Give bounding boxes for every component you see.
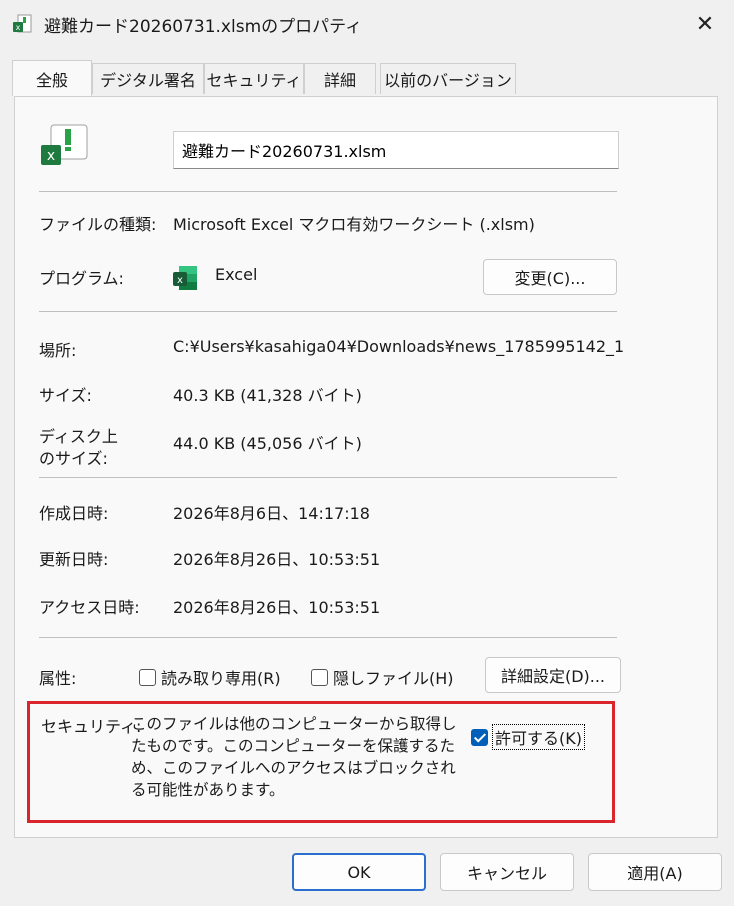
location-label: 場所: [39, 341, 77, 360]
hidden-checkbox-box[interactable] [311, 668, 328, 686]
change-program-button[interactable]: 変更(C)... [483, 259, 617, 295]
program-label: プログラム: [39, 269, 124, 288]
divider [39, 311, 617, 312]
attributes-label: 属性: [39, 669, 77, 688]
excel-file-icon: x [13, 14, 32, 33]
xlsm-file-icon: x [41, 124, 88, 165]
tab-previous-versions[interactable]: 以前のバージョン [380, 63, 516, 94]
title-bar: x 避難カード20260731.xlsmのプロパティ ✕ [0, 0, 734, 48]
divider [39, 191, 617, 192]
program-name: Excel [215, 265, 258, 284]
size-label: サイズ: [39, 386, 92, 405]
file-type-value: Microsoft Excel マクロ有効ワークシート (.xlsm) [173, 215, 535, 234]
svg-text:x: x [177, 275, 183, 286]
readonly-checkbox[interactable]: 読み取り専用(R) [139, 665, 281, 689]
tab-general[interactable]: 全般 [12, 60, 92, 96]
created-label: 作成日時: [39, 504, 109, 523]
cancel-button[interactable]: キャンセル [440, 853, 574, 891]
modified-label: 更新日時: [39, 550, 109, 569]
divider [39, 637, 617, 638]
apply-button[interactable]: 適用(A) [588, 853, 722, 891]
general-panel: x ファイルの種類: Microsoft Excel マクロ有効ワークシート (… [14, 96, 718, 838]
readonly-checkbox-box[interactable] [139, 668, 156, 686]
location-value: C:¥Users¥kasahiga04¥Downloads¥news_17859… [173, 337, 623, 356]
unblock-checkbox[interactable]: 許可する(K) [471, 724, 585, 750]
accessed-value: 2026年8月26日、10:53:51 [173, 598, 381, 617]
modified-value: 2026年8月26日、10:53:51 [173, 550, 381, 569]
hidden-checkbox[interactable]: 隠しファイル(H) [311, 665, 454, 689]
file-type-label: ファイルの種類: [39, 215, 157, 234]
window-title: 避難カード20260731.xlsmのプロパティ [44, 17, 363, 37]
readonly-checkbox-label: 読み取り専用(R) [161, 669, 281, 688]
tab-digital-signatures[interactable]: デジタル署名 [92, 63, 204, 94]
disk-size-label-line2: のサイズ: [39, 449, 108, 468]
divider [39, 477, 617, 478]
tab-security[interactable]: セキュリティ [204, 63, 304, 94]
unblock-checkbox-label: 許可する(K) [492, 724, 585, 750]
accessed-label: アクセス日時: [39, 598, 140, 617]
file-name-input[interactable] [173, 131, 619, 169]
svg-text:x: x [16, 23, 21, 32]
hidden-checkbox-label: 隠しファイル(H) [333, 669, 454, 688]
tab-details[interactable]: 詳細 [304, 63, 376, 94]
disk-size-value: 44.0 KB (45,056 バイト) [173, 434, 362, 453]
security-warning-text: このファイルは他のコンピューターから取得したものです。このコンピューターを保護す… [131, 715, 457, 799]
close-button[interactable]: ✕ [676, 0, 734, 48]
disk-size-label-line1: ディスク上 [39, 427, 118, 446]
unblock-checkbox-box[interactable] [471, 728, 488, 746]
security-label: セキュリティ: [41, 717, 142, 736]
size-value: 40.3 KB (41,328 バイト) [173, 386, 362, 405]
ok-button[interactable]: OK [292, 853, 426, 891]
advanced-settings-button[interactable]: 詳細設定(D)... [485, 657, 621, 693]
svg-text:x: x [47, 148, 55, 164]
close-icon: ✕ [695, 11, 715, 37]
created-value: 2026年8月6日、14:17:18 [173, 504, 370, 523]
excel-icon: x [173, 266, 197, 290]
